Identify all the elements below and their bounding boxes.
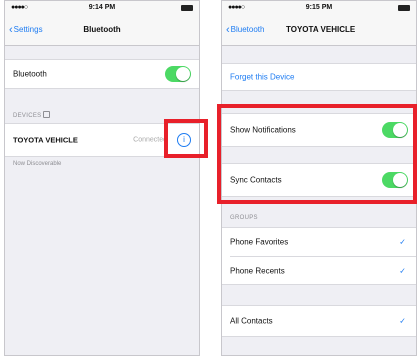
group-row-recents[interactable]: Phone Recents ✓	[222, 257, 416, 285]
toggle-knob	[176, 67, 190, 81]
chevron-left-icon: ‹	[226, 24, 230, 36]
checkmark-icon: ✓	[399, 266, 406, 276]
group-label: All Contacts	[230, 316, 273, 326]
checkmark-icon: ✓	[399, 316, 406, 326]
bluetooth-settings-screen: ●●●●○ 9:14 PM ‹Settings Bluetooth Blueto…	[4, 0, 200, 356]
status-bar: ●●●●○ 9:15 PM	[222, 1, 416, 15]
discoverable-note: Now Discoverable	[13, 161, 62, 167]
highlight-box-toggles	[217, 104, 417, 204]
bluetooth-label: Bluetooth	[13, 69, 47, 79]
battery-icon	[181, 5, 193, 11]
group-label: Phone Favorites	[230, 237, 289, 247]
back-button[interactable]: ‹Bluetooth	[226, 24, 264, 36]
nav-bar: ‹Bluetooth TOYOTA VEHICLE	[222, 15, 416, 46]
highlight-box-info	[164, 119, 208, 158]
page-title: TOYOTA VEHICLE	[286, 25, 356, 34]
groups-header: GROUPS	[230, 215, 258, 221]
page-title: Bluetooth	[83, 25, 121, 34]
group-label: Phone Recents	[230, 266, 285, 276]
battery-icon	[398, 5, 410, 11]
group-row-favorites[interactable]: Phone Favorites ✓	[222, 228, 416, 256]
bluetooth-row: Bluetooth	[5, 59, 199, 89]
device-status: Connected	[133, 136, 167, 144]
status-time: 9:15 PM	[305, 4, 333, 11]
status-time: 9:14 PM	[88, 4, 116, 11]
forget-device-link: Forget this Device	[230, 72, 295, 82]
spinner-icon	[43, 111, 51, 118]
device-name: TOYOTA VEHICLE	[13, 135, 78, 145]
group-row-all-contacts[interactable]: All Contacts ✓	[222, 305, 416, 337]
devices-header: DEVICES	[13, 111, 51, 119]
status-bar: ●●●●○ 9:14 PM	[5, 1, 199, 15]
devices-header-label: DEVICES	[13, 113, 42, 119]
forget-device-row[interactable]: Forget this Device	[222, 63, 416, 91]
back-label: Bluetooth	[230, 25, 265, 34]
bluetooth-toggle[interactable]	[165, 66, 191, 82]
groups-list: Phone Favorites ✓ Phone Recents ✓	[222, 227, 416, 285]
checkmark-icon: ✓	[399, 237, 406, 247]
nav-bar: ‹Settings Bluetooth	[5, 15, 199, 46]
